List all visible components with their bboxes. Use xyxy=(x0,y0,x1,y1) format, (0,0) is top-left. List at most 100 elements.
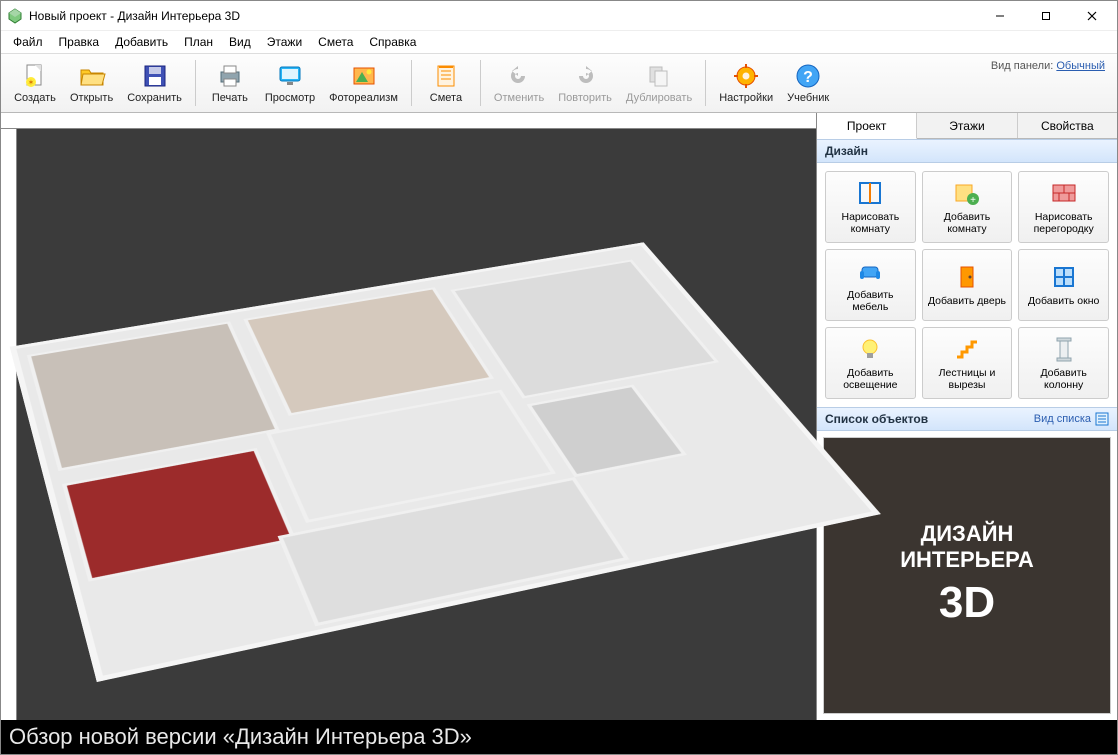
menu-estimate[interactable]: Смета xyxy=(310,33,361,51)
menu-view[interactable]: Вид xyxy=(221,33,259,51)
canvas-3d[interactable] xyxy=(1,113,817,720)
undo-icon xyxy=(505,62,533,90)
preview-thumbnail[interactable]: ДИЗАЙН ИНТЕРЬЕРА 3D xyxy=(823,437,1111,714)
draw-room-button[interactable]: Нарисовать комнату xyxy=(825,171,916,243)
tab-floors[interactable]: Этажи xyxy=(917,113,1017,138)
add-furniture-button[interactable]: Добавить мебель xyxy=(825,249,916,321)
svg-text:?: ? xyxy=(803,69,813,86)
settings-label: Настройки xyxy=(719,92,773,104)
menu-add[interactable]: Добавить xyxy=(107,33,176,51)
panel-mode-link[interactable]: Обычный xyxy=(1056,60,1105,72)
sidepanel: Проект Этажи Свойства Дизайн Нарисовать … xyxy=(817,113,1117,720)
draw-partition-label: Нарисовать перегородку xyxy=(1021,211,1106,235)
notepad-icon xyxy=(432,62,460,90)
panel-mode-label: Вид панели: xyxy=(991,60,1053,72)
menu-help[interactable]: Справка xyxy=(361,33,424,51)
draw-room-label: Нарисовать комнату xyxy=(828,211,913,235)
column-icon xyxy=(1050,335,1078,363)
titlebar: Новый проект - Дизайн Интерьера 3D xyxy=(1,1,1117,31)
separator xyxy=(195,60,196,106)
add-room-button[interactable]: + Добавить комнату xyxy=(922,171,1013,243)
create-label: Создать xyxy=(14,92,56,104)
stairs-icon xyxy=(953,335,981,363)
print-label: Печать xyxy=(212,92,248,104)
armchair-icon xyxy=(856,257,884,285)
settings-button[interactable]: Настройки xyxy=(712,59,780,107)
preview-button[interactable]: Просмотр xyxy=(258,59,322,107)
design-section-title: Дизайн xyxy=(817,139,1117,163)
create-button[interactable]: ✶ Создать xyxy=(7,59,63,107)
duplicate-button[interactable]: Дублировать xyxy=(619,59,699,107)
ruler-vertical xyxy=(1,129,17,720)
separator xyxy=(480,60,481,106)
add-door-label: Добавить дверь xyxy=(928,295,1006,307)
add-column-label: Добавить колонну xyxy=(1021,367,1106,391)
tutorial-label: Учебник xyxy=(787,92,829,104)
open-label: Открыть xyxy=(70,92,113,104)
folder-open-icon xyxy=(78,62,106,90)
new-file-icon: ✶ xyxy=(21,62,49,90)
floppy-icon xyxy=(141,62,169,90)
render-icon xyxy=(350,62,378,90)
draw-room-icon xyxy=(856,179,884,207)
open-button[interactable]: Открыть xyxy=(63,59,120,107)
redo-button[interactable]: Повторить xyxy=(551,59,619,107)
brick-wall-icon xyxy=(1050,179,1078,207)
add-window-label: Добавить окно xyxy=(1028,295,1099,307)
add-column-button[interactable]: Добавить колонну xyxy=(1018,327,1109,399)
add-door-button[interactable]: Добавить дверь xyxy=(922,249,1013,321)
lightbulb-icon xyxy=(856,335,884,363)
separator xyxy=(705,60,706,106)
preview-line1: ДИЗАЙН xyxy=(921,521,1014,546)
tutorial-button[interactable]: ? Учебник xyxy=(780,59,836,107)
add-lighting-button[interactable]: Добавить освещение xyxy=(825,327,916,399)
menu-floors[interactable]: Этажи xyxy=(259,33,310,51)
preview-label: Просмотр xyxy=(265,92,315,104)
menu-file[interactable]: Файл xyxy=(5,33,51,51)
panel-mode: Вид панели: Обычный xyxy=(991,60,1105,72)
door-icon xyxy=(953,263,981,291)
viewport-3d[interactable] xyxy=(17,129,816,720)
duplicate-label: Дублировать xyxy=(626,92,692,104)
add-room-label: Добавить комнату xyxy=(925,211,1010,235)
list-view-label: Вид списка xyxy=(1034,413,1091,425)
menu-plan[interactable]: План xyxy=(176,33,221,51)
footer-text: Обзор новой версии «Дизайн Интерьера 3D» xyxy=(9,724,472,750)
add-furniture-label: Добавить мебель xyxy=(828,289,913,313)
preview-line2: ИНТЕРЬЕРА xyxy=(900,547,1034,572)
undo-label: Отменить xyxy=(494,92,544,104)
separator xyxy=(411,60,412,106)
maximize-button[interactable] xyxy=(1023,1,1069,31)
window-icon xyxy=(1050,263,1078,291)
undo-button[interactable]: Отменить xyxy=(487,59,551,107)
add-lighting-label: Добавить освещение xyxy=(828,367,913,391)
stairs-button[interactable]: Лестницы и вырезы xyxy=(922,327,1013,399)
gear-icon xyxy=(732,62,760,90)
list-view-toggle[interactable]: Вид списка xyxy=(1034,412,1109,426)
sidepanel-tabs: Проект Этажи Свойства xyxy=(817,113,1117,139)
duplicate-icon xyxy=(645,62,673,90)
tab-properties[interactable]: Свойства xyxy=(1018,113,1117,138)
estimate-label: Смета xyxy=(430,92,462,104)
add-window-button[interactable]: Добавить окно xyxy=(1018,249,1109,321)
tab-project[interactable]: Проект xyxy=(817,113,917,139)
workspace: Проект Этажи Свойства Дизайн Нарисовать … xyxy=(1,113,1117,720)
draw-partition-button[interactable]: Нарисовать перегородку xyxy=(1018,171,1109,243)
print-button[interactable]: Печать xyxy=(202,59,258,107)
ruler-horizontal xyxy=(1,113,816,129)
minimize-button[interactable] xyxy=(977,1,1023,31)
svg-text:✶: ✶ xyxy=(28,78,35,87)
svg-text:+: + xyxy=(970,195,976,206)
estimate-button[interactable]: Смета xyxy=(418,59,474,107)
window-controls xyxy=(977,1,1115,31)
save-label: Сохранить xyxy=(127,92,182,104)
photoreal-button[interactable]: Фотореализм xyxy=(322,59,405,107)
save-button[interactable]: Сохранить xyxy=(120,59,189,107)
printer-icon xyxy=(216,62,244,90)
floorplan-3d xyxy=(10,242,881,681)
menu-edit[interactable]: Правка xyxy=(51,33,108,51)
window-title: Новый проект - Дизайн Интерьера 3D xyxy=(29,9,977,23)
add-room-icon: + xyxy=(953,179,981,207)
photoreal-label: Фотореализм xyxy=(329,92,398,104)
close-button[interactable] xyxy=(1069,1,1115,31)
